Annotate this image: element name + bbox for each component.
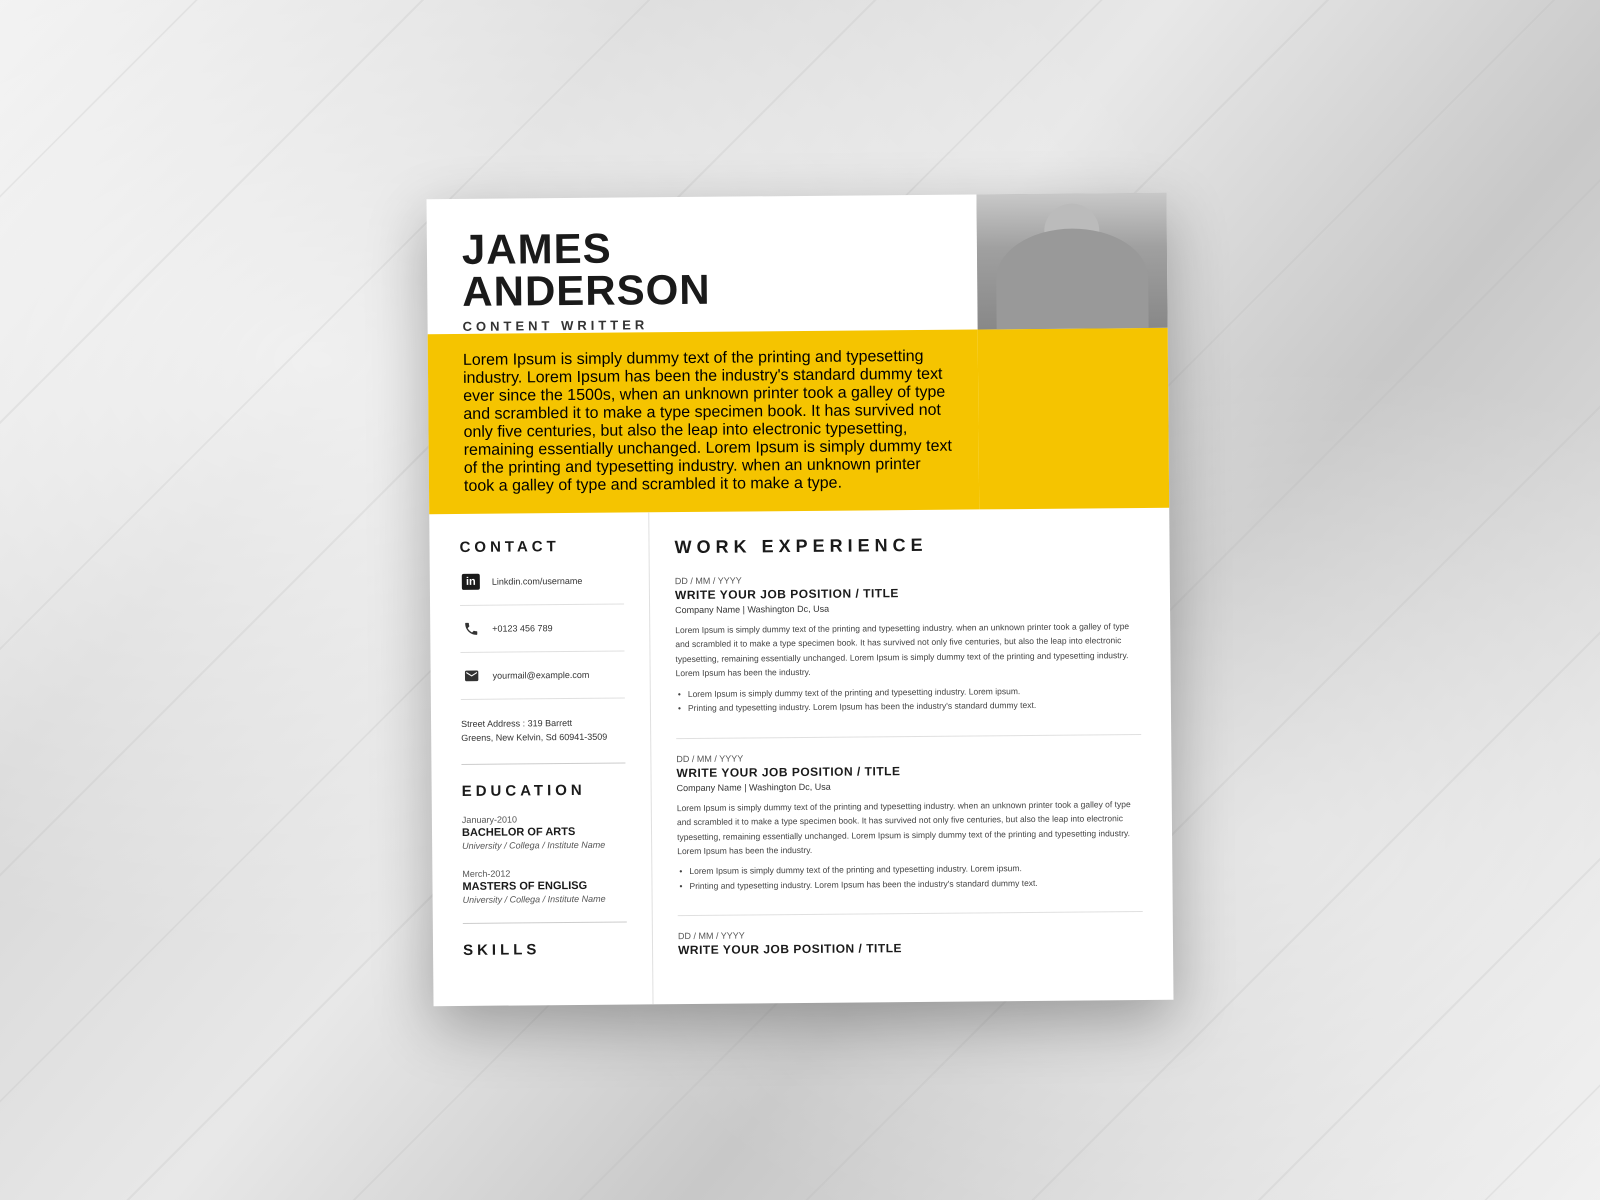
edu-degree-2: MASTERS OF ENGLISG (462, 880, 626, 893)
linkedin-item: in Linkdin.com/username (460, 570, 624, 606)
linkedin-text: Linkdin.com/username (492, 576, 583, 587)
divider-contact-edu (461, 763, 625, 765)
email-icon (461, 665, 483, 687)
work-company-2: Company Name | Washington Dc, Usa (677, 779, 1142, 793)
edu-institution-2: University / Collega / Institute Name (463, 894, 627, 905)
work-desc-2: Lorem Ipsum is simply dummy text of the … (677, 797, 1142, 859)
bio-photo-accent (978, 328, 1170, 510)
header-text-area: JAMES ANDERSON CONTENT WRITTER (426, 195, 977, 335)
edu-item-2: Merch-2012 MASTERS OF ENGLISG University… (462, 868, 626, 905)
work-title-2: WRITE YOUR JOB POSITION / TITLE (676, 762, 1141, 780)
phone-text: +0123 456 789 (492, 624, 552, 635)
work-title-3: WRITE YOUR JOB POSITION / TITLE (678, 940, 1143, 958)
work-company-1: Company Name | Washington Dc, Usa (675, 601, 1140, 615)
edu-degree-1: BACHELOR OF ARTS (462, 826, 626, 839)
left-column: CONTACT in Linkdin.com/username +0123 45… (429, 513, 653, 1007)
phone-icon (460, 618, 482, 640)
education-section-title: EDUCATION (462, 782, 626, 800)
work-divider-2 (678, 912, 1143, 917)
email-item: yourmail@example.com (461, 664, 625, 700)
work-item-1: DD / MM / YYYY WRITE YOUR JOB POSITION /… (675, 572, 1141, 716)
header-section: JAMES ANDERSON CONTENT WRITTER (426, 193, 1167, 334)
edu-institution-1: University / Collega / Institute Name (462, 840, 626, 851)
work-desc-1: Lorem Ipsum is simply dummy text of the … (675, 619, 1140, 681)
contact-section: CONTACT in Linkdin.com/username +0123 45… (459, 538, 625, 746)
email-text: yourmail@example.com (493, 670, 590, 681)
work-item-2: DD / MM / YYYY WRITE YOUR JOB POSITION /… (676, 750, 1142, 894)
linkedin-icon: in (460, 571, 482, 593)
edu-item-1: January-2010 BACHELOR OF ARTS University… (462, 814, 626, 851)
address-block: Street Address : 319 Barrett Greens, New… (461, 711, 625, 746)
phone-item: +0123 456 789 (460, 617, 624, 653)
resume-document: JAMES ANDERSON CONTENT WRITTER Lorem Ips… (426, 193, 1173, 1007)
contact-section-title: CONTACT (459, 538, 623, 556)
edu-date-2: Merch-2012 (462, 868, 626, 879)
right-column: WORK EXPERIENCE DD / MM / YYYY WRITE YOU… (649, 508, 1173, 1005)
edu-date-1: January-2010 (462, 814, 626, 825)
bio-text: Lorem Ipsum is simply dummy text of the … (428, 330, 980, 515)
work-divider-1 (676, 734, 1141, 739)
education-section: EDUCATION January-2010 BACHELOR OF ARTS … (462, 782, 627, 905)
skills-section: SKILLS (463, 941, 627, 959)
work-bullet-2b: Printing and typesetting industry. Lorem… (677, 875, 1142, 893)
work-item-3: DD / MM / YYYY WRITE YOUR JOB POSITION /… (678, 928, 1143, 958)
skills-section-title: SKILLS (463, 941, 627, 959)
bio-section: Lorem Ipsum is simply dummy text of the … (428, 328, 1170, 514)
work-title-1: WRITE YOUR JOB POSITION / TITLE (675, 584, 1140, 602)
resume-body: CONTACT in Linkdin.com/username +0123 45… (429, 508, 1173, 1007)
work-section-title: WORK EXPERIENCE (674, 533, 1139, 558)
divider-edu-skills (463, 922, 627, 924)
person-name: JAMES ANDERSON (462, 225, 948, 313)
work-bullet-1b: Printing and typesetting industry. Lorem… (676, 698, 1141, 716)
profile-photo (976, 193, 1167, 330)
